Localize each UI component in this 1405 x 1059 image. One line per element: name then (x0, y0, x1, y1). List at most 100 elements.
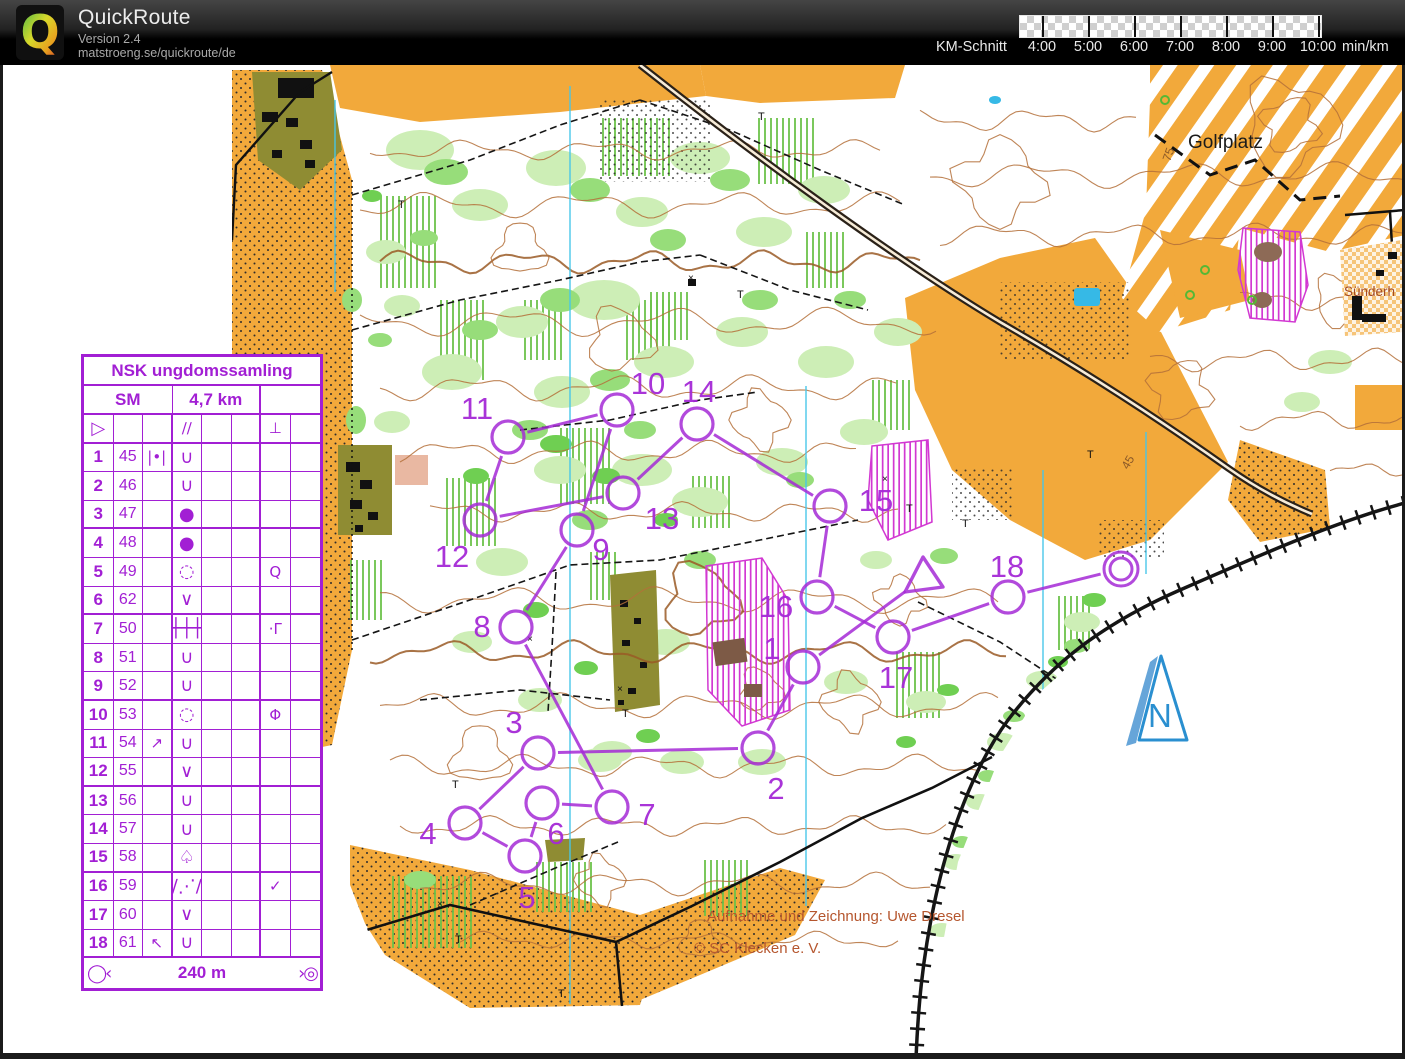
svg-text:×: × (437, 899, 443, 910)
pace-tick (1226, 16, 1228, 37)
control-code: 58 (114, 844, 144, 873)
control-number: 10 (84, 701, 114, 730)
control-code: 59 (114, 873, 144, 902)
control-number: 6 (84, 587, 114, 616)
control-circle-5 (509, 840, 541, 872)
control-number-5: 5 (518, 880, 535, 915)
control-code: 50 (114, 615, 144, 644)
col-g-symbol (261, 644, 291, 673)
control-number-4: 4 (419, 816, 436, 851)
control-number-18: 18 (990, 549, 1024, 584)
col-c-symbol (143, 701, 173, 730)
title-bar: Q QuickRoute Version 2.4 matstroeng.se/q… (0, 0, 1405, 65)
course-title: NSK ungdomssamling (84, 357, 320, 386)
cell (202, 444, 232, 473)
taped-route-start-icon: ◯‹ (84, 963, 127, 984)
cell (291, 844, 321, 873)
cell (232, 472, 262, 501)
feature-symbol: ● (173, 529, 203, 558)
course-leg-line (479, 767, 523, 809)
feature-symbol: ∪ (173, 644, 203, 673)
control-circle-7 (596, 791, 628, 823)
feature-symbol: ∨ (173, 758, 203, 787)
quickroute-logo-icon: Q (16, 5, 64, 60)
course-leg-line (912, 604, 989, 631)
cell (202, 787, 232, 816)
control-code: 48 (114, 529, 144, 558)
north-arrow-icon: N (1126, 656, 1187, 746)
pace-tick (1180, 16, 1182, 37)
svg-text:T: T (455, 934, 462, 946)
course-extra (261, 386, 320, 413)
pace-unit-label: min/km (1342, 39, 1389, 55)
control-code: 52 (114, 672, 144, 701)
control-code: 60 (114, 901, 144, 930)
control-number: 9 (84, 672, 114, 701)
cell (291, 587, 321, 616)
control-number: 3 (84, 501, 114, 530)
control-code: 45 (114, 444, 144, 473)
cell (291, 758, 321, 787)
cell (291, 444, 321, 473)
cell (291, 615, 321, 644)
control-circle-17 (877, 621, 909, 653)
cell (232, 844, 262, 873)
control-number-7: 7 (638, 797, 655, 832)
control-number: 4 (84, 529, 114, 558)
control-code: 62 (114, 587, 144, 616)
control-code: 56 (114, 787, 144, 816)
control-circle-1 (787, 651, 819, 683)
control-number-15: 15 (859, 483, 893, 518)
cell (232, 501, 262, 530)
cell (232, 615, 262, 644)
control-number-9: 9 (592, 532, 609, 567)
north-letter: N (1148, 697, 1172, 734)
control-number: 5 (84, 558, 114, 587)
feature-symbol: ∨ (173, 901, 203, 930)
course-leg-line (483, 833, 508, 847)
feature-symbol: ♤ (173, 844, 203, 873)
control-circle-15 (814, 490, 846, 522)
col-c-symbol: ↗ (143, 730, 173, 759)
col-c-symbol (143, 615, 173, 644)
pace-tick-label: 5:00 (1074, 39, 1102, 55)
svg-text:T: T (737, 289, 744, 301)
cell (232, 873, 262, 902)
app-website: matstroeng.se/quickroute/de (78, 46, 236, 60)
cell (202, 501, 232, 530)
col-g-symbol (261, 787, 291, 816)
col-g-symbol (261, 444, 291, 473)
col-c-symbol (143, 672, 173, 701)
course-leg-line (820, 526, 827, 577)
col-g-symbol (261, 844, 291, 873)
control-code: 51 (114, 644, 144, 673)
cell (202, 901, 232, 930)
cell (114, 415, 144, 444)
col-g-symbol (261, 758, 291, 787)
col-c-symbol (143, 529, 173, 558)
cell (291, 701, 321, 730)
control-code: 55 (114, 758, 144, 787)
start-feature-symbol: ∕∕ (173, 415, 203, 444)
col-c-symbol (143, 844, 173, 873)
svg-text:T: T (962, 518, 969, 530)
cell (232, 587, 262, 616)
pace-tick-label: 6:00 (1120, 39, 1148, 55)
control-circle-6 (526, 787, 558, 819)
col-c-symbol (143, 587, 173, 616)
pace-tick (1272, 16, 1274, 37)
cell (232, 644, 262, 673)
svg-text:×: × (688, 273, 694, 284)
control-number-13: 13 (645, 501, 679, 536)
cell (202, 558, 232, 587)
control-number: 15 (84, 844, 114, 873)
finish-distance: 240 m (127, 963, 277, 983)
control-number-17: 17 (879, 660, 913, 695)
cell (232, 701, 262, 730)
control-number: 13 (84, 787, 114, 816)
col-c-symbol (143, 815, 173, 844)
col-g-symbol: ✓ (261, 873, 291, 902)
control-number: 8 (84, 644, 114, 673)
pace-tick-label: 8:00 (1212, 39, 1240, 55)
cell (291, 730, 321, 759)
